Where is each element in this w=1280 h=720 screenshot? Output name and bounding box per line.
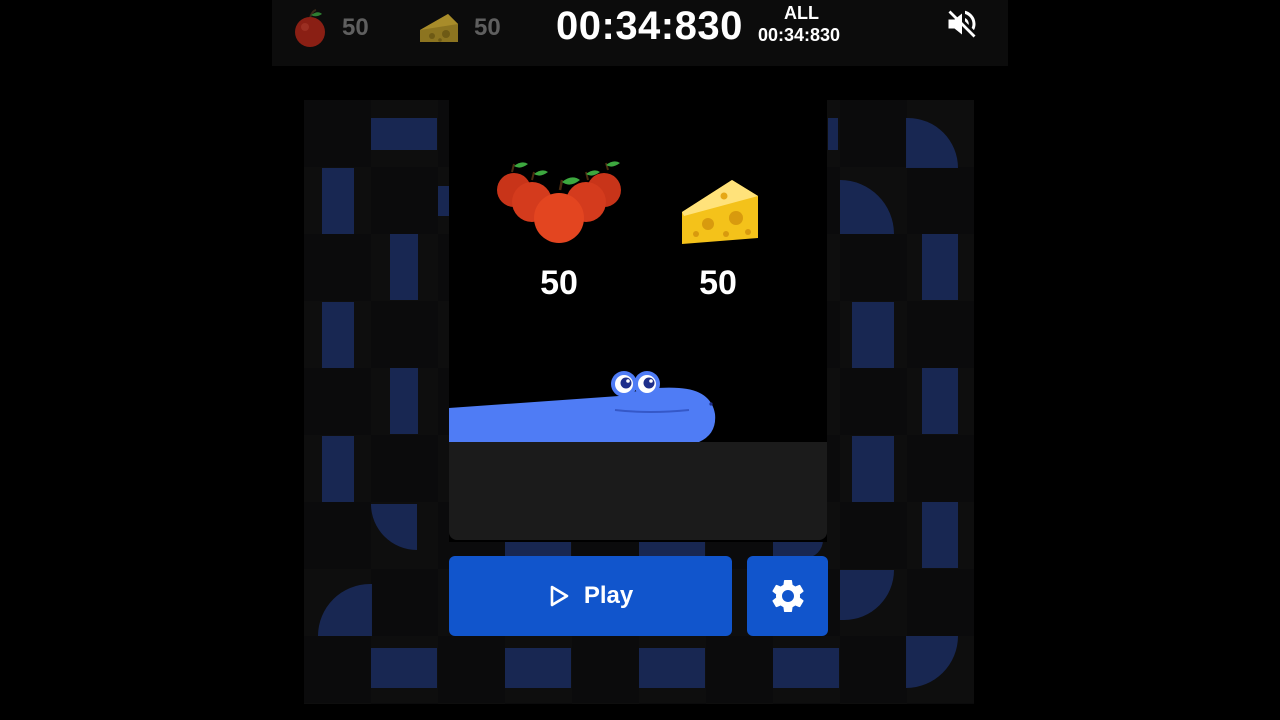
cheese-icon [420,14,458,42]
board-tile [390,368,418,434]
play-label: Play [583,582,634,609]
snake-mascot [449,364,721,449]
hud-apple-count: 50 [342,14,369,41]
apple-icon [497,161,621,243]
board-tile [773,648,839,688]
board-tile [371,648,437,688]
hud-cheese-count: 50 [474,14,501,41]
board-tile [322,168,354,234]
board-tile [922,234,958,300]
board-tile [505,648,571,688]
board-tile [922,368,958,434]
game-timer: 00:34:830 [556,4,743,48]
all-time: 00:34:830 [758,25,841,45]
hud-apple-counter: 50 [292,0,369,56]
apple-cluster-icon [490,160,628,255]
board-tile [852,302,894,368]
gear-icon [771,580,804,612]
settings-button[interactable] [747,556,828,636]
play-button[interactable]: Play [449,556,732,636]
snake-icon [449,371,716,442]
board-tile [852,436,894,502]
board-tile [828,118,838,150]
hud-cheese-counter: 50 [418,0,501,56]
volume-muted-icon [948,10,976,38]
cheese-score: 50 [699,264,737,302]
board-tile [322,302,354,368]
play-triangle-icon [550,585,569,607]
board-tile [922,502,958,568]
apple-score: 50 [540,264,578,302]
board-tile [639,648,705,688]
cheese-icon [672,172,766,253]
cheese-wedge-icon [682,180,758,244]
panel-footer [449,442,827,540]
all-label: ALL [784,3,819,23]
board-tile [371,118,437,150]
mute-button[interactable] [944,6,980,47]
apple-icon [295,9,325,47]
top-hud: 50 50 00:34:830 ALL 00:34:830 [272,0,1008,66]
board-tile [390,234,418,300]
board-tile [322,436,354,502]
